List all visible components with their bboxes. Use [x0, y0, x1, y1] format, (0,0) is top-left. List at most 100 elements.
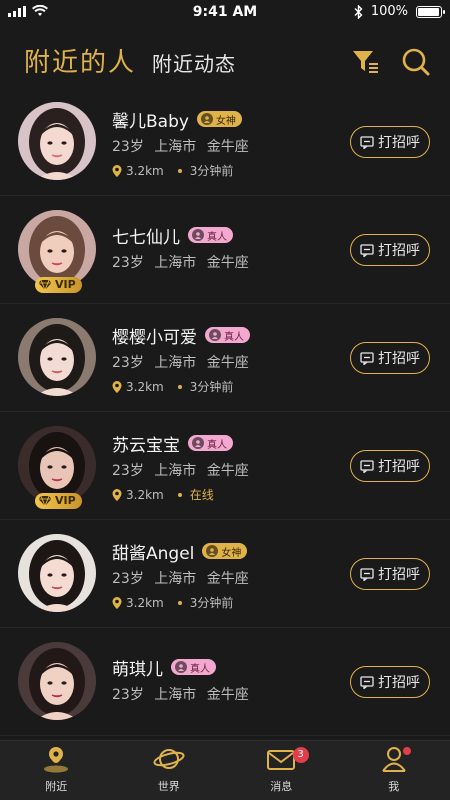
user-row[interactable]: 甜酱Angel 女神 23岁 上海市 金牛座 3.2km 3分钟前 打招呼	[0, 520, 450, 628]
goddess-icon	[206, 545, 219, 557]
user-name[interactable]: 樱樱小可爱	[112, 323, 197, 348]
filter-icon	[353, 51, 378, 73]
top-header: 附近的人 附近动态	[0, 36, 450, 88]
user-meta: 23岁 上海市 金牛座	[112, 352, 250, 372]
search-icon	[402, 48, 430, 76]
greet-button[interactable]: 打招呼	[350, 558, 430, 590]
tab-nearby-moments[interactable]: 附近动态	[152, 48, 236, 77]
user-status: 3分钟前	[189, 164, 234, 178]
greet-label: 打招呼	[378, 674, 420, 690]
user-meta: 23岁 上海市 金牛座	[112, 252, 249, 272]
user-city: 上海市	[154, 571, 197, 587]
user-distance: 3.2km	[126, 595, 164, 610]
battery-icon	[416, 5, 445, 18]
diamond-icon	[38, 279, 52, 291]
goddess-badge: 女神	[202, 543, 248, 559]
real-person-badge: 真人	[205, 327, 250, 343]
filter-button[interactable]	[350, 46, 382, 78]
dot-separator	[177, 168, 182, 173]
tab-nearby-label: 附近	[45, 780, 68, 793]
user-row[interactable]: 萌琪儿 真人 23岁 上海市 金牛座 打招呼	[0, 628, 450, 736]
verified-person-icon	[175, 661, 187, 673]
verified-person-icon	[209, 329, 221, 341]
user-name[interactable]: 七七仙儿	[112, 223, 180, 248]
greet-label: 打招呼	[378, 134, 420, 150]
user-location-line: 3.2km 在线	[112, 486, 249, 503]
user-distance: 3.2km	[126, 379, 164, 394]
user-zodiac: 金牛座	[206, 355, 249, 371]
user-info: 七七仙儿 真人 23岁 上海市 金牛座	[112, 222, 249, 272]
goddess-icon	[200, 113, 213, 125]
user-age: 23岁	[112, 139, 144, 155]
user-meta: 23岁 上海市 金牛座	[112, 136, 249, 156]
greet-label: 打招呼	[378, 458, 420, 474]
name-line: 萌琪儿 真人	[112, 654, 249, 680]
greet-label: 打招呼	[378, 242, 420, 258]
user-row[interactable]: 馨儿Baby 女神 23岁 上海市 金牛座 3.2km 3分钟前 打招呼	[0, 88, 450, 196]
location-pin-icon	[112, 380, 122, 393]
status-right-group: 100%	[354, 4, 445, 19]
user-info: 苏云宝宝 真人 23岁 上海市 金牛座 3.2km 在线	[112, 430, 249, 503]
user-row[interactable]: VIP 七七仙儿 真人 23岁 上海市 金牛座 打招呼	[0, 196, 450, 304]
badge-label: 真人	[190, 663, 210, 675]
tab-nearby[interactable]: 附近	[0, 741, 113, 800]
user-info: 馨儿Baby 女神 23岁 上海市 金牛座 3.2km 3分钟前	[112, 106, 249, 179]
user-zodiac: 金牛座	[206, 687, 249, 703]
user-name[interactable]: 萌琪儿	[112, 655, 163, 680]
user-name[interactable]: 馨儿Baby	[112, 107, 189, 132]
tab-messages[interactable]: 消息 3	[225, 741, 338, 800]
avatar-portrait	[18, 642, 96, 720]
avatar-wrap[interactable]	[18, 102, 98, 182]
user-location-line: 3.2km 3分钟前	[112, 594, 249, 611]
name-line: 苏云宝宝 真人	[112, 430, 249, 456]
avatar	[18, 318, 96, 396]
avatar-wrap[interactable]	[18, 642, 98, 722]
user-distance: 3.2km	[126, 163, 164, 178]
nearby-icon	[44, 747, 69, 773]
vip-badge: VIP	[35, 277, 82, 293]
user-zodiac: 金牛座	[206, 139, 249, 155]
tab-nearby-people[interactable]: 附近的人	[24, 42, 136, 79]
user-zodiac: 金牛座	[206, 463, 249, 479]
message-icon	[267, 750, 296, 770]
user-zodiac: 金牛座	[206, 255, 249, 271]
greet-button[interactable]: 打招呼	[350, 342, 430, 374]
greet-button[interactable]: 打招呼	[350, 234, 430, 266]
user-row[interactable]: 樱樱小可爱 真人 23岁 上海市 金牛座 3.2km 3分钟前 打招呼	[0, 304, 450, 412]
vip-badge: VIP	[35, 493, 82, 509]
profile-notification-dot	[402, 747, 411, 755]
tab-world[interactable]: 世界	[113, 741, 226, 800]
avatar-wrap[interactable]: VIP	[18, 426, 98, 509]
user-row[interactable]: VIP 苏云宝宝 真人 23岁 上海市 金牛座 3.2km 在线 打招呼	[0, 412, 450, 520]
user-meta: 23岁 上海市 金牛座	[112, 684, 249, 704]
user-distance: 3.2km	[126, 487, 164, 502]
avatar-wrap[interactable]: VIP	[18, 210, 98, 293]
user-name[interactable]: 甜酱Angel	[112, 539, 194, 564]
avatar-wrap[interactable]	[18, 534, 98, 614]
greet-button[interactable]: 打招呼	[350, 666, 430, 698]
location-pin-icon	[112, 596, 122, 609]
chat-bubble-icon	[360, 135, 374, 149]
verified-person-icon	[192, 437, 204, 449]
user-name[interactable]: 苏云宝宝	[112, 431, 180, 456]
avatar	[18, 534, 96, 612]
status-bar: 9:41 AM 100%	[0, 0, 450, 26]
user-age: 23岁	[112, 463, 144, 479]
greet-button[interactable]: 打招呼	[350, 450, 430, 482]
user-location-line: 3.2km 3分钟前	[112, 378, 250, 395]
greet-button[interactable]: 打招呼	[350, 126, 430, 158]
badge-label: 女神	[215, 115, 236, 127]
user-age: 23岁	[112, 571, 144, 587]
badge-label: 真人	[207, 439, 227, 451]
user-zodiac: 金牛座	[206, 571, 249, 587]
greet-label: 打招呼	[378, 350, 420, 366]
chat-bubble-icon	[360, 567, 374, 581]
dot-separator	[177, 384, 182, 389]
bluetooth-icon	[354, 4, 363, 19]
avatar-wrap[interactable]	[18, 318, 98, 398]
user-status: 3分钟前	[189, 380, 234, 394]
tab-me[interactable]: 我	[338, 741, 450, 800]
search-button[interactable]	[400, 46, 432, 78]
dot-separator	[177, 492, 182, 497]
location-pin-icon	[112, 488, 122, 501]
